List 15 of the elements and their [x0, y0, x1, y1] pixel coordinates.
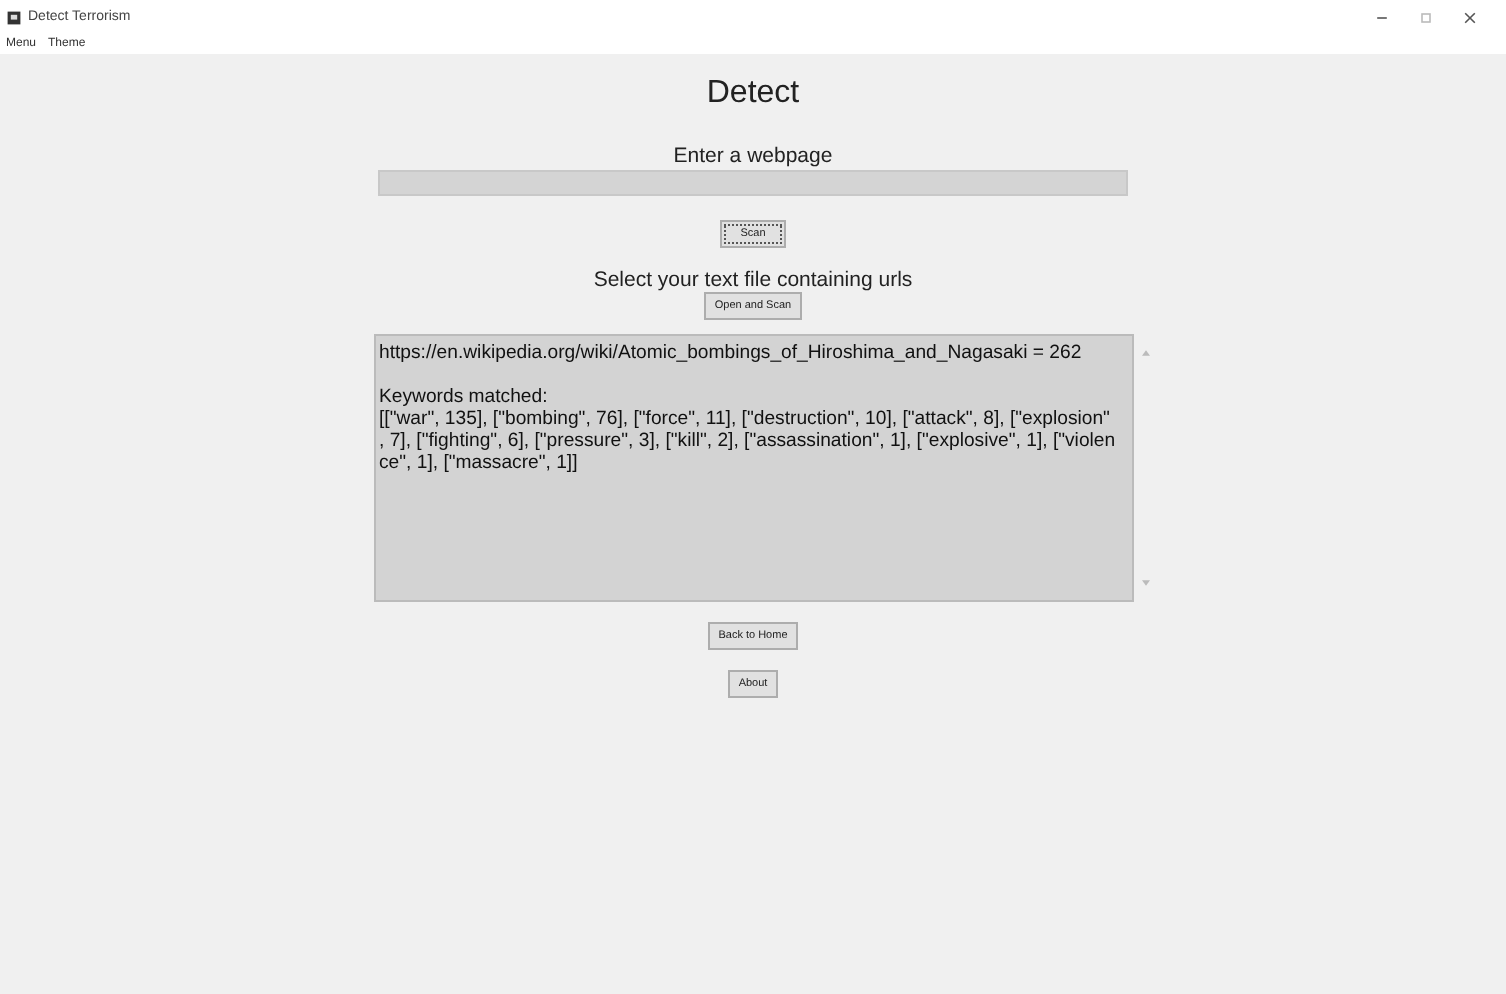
- scroll-up-icon[interactable]: [1141, 350, 1149, 356]
- result-text-line: [["war", 135], ["bombing", 76], ["force", 11], ["destruction", 10], ["attack", 8], ["explosion": [379, 408, 1112, 430]
- scroll-down-icon[interactable]: [1141, 580, 1149, 586]
- page-heading: Detect: [706, 76, 800, 112]
- file-label: Select your text file containing urls: [593, 268, 913, 292]
- result-text-line: https://en.wikipedia.org/wiki/Atomic_bombings_of_Hiroshima_and_Nagasaki = 262: [379, 342, 1084, 364]
- result-text-line: , 7], ["fighting", 6], ["pressure", 3], ["kill", 2], ["assassination", 1], ["explosive", 1], ["violen: [379, 430, 1118, 452]
- close-icon[interactable]: [1462, 9, 1478, 25]
- url-label: Enter a webpage: [673, 144, 833, 168]
- result-text-area[interactable]: [373, 334, 1133, 602]
- maximize-icon[interactable]: [1418, 9, 1434, 25]
- result-text-line: Keywords matched:: [379, 386, 550, 408]
- url-field[interactable]: [378, 170, 1128, 196]
- app-icon: [6, 9, 22, 25]
- result-text-line: ce", 1], ["massacre", 1]]: [379, 452, 580, 474]
